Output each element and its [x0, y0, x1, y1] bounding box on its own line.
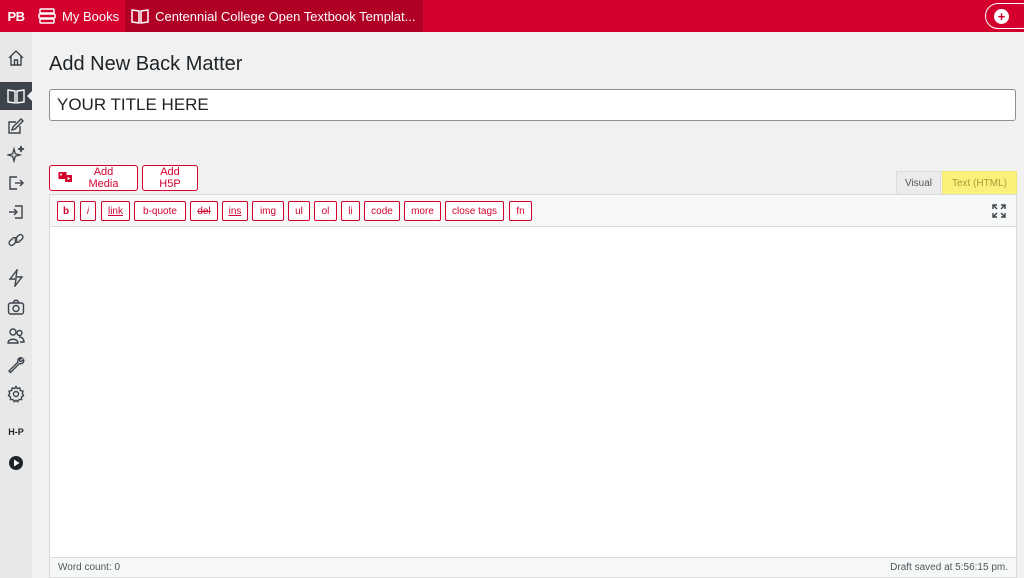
- tab-visual[interactable]: Visual: [896, 171, 941, 194]
- add-media-label: Add Media: [88, 166, 119, 190]
- menu-links[interactable]: [0, 226, 32, 254]
- menu-settings[interactable]: [0, 380, 32, 408]
- editor-status-bar: Word count: 0 Draft saved at 5:56:15 pm.: [50, 557, 1016, 577]
- wrench-icon: [7, 356, 25, 374]
- add-h5p-label: Add H5P: [159, 166, 181, 190]
- qt-footnote-button[interactable]: fn: [509, 201, 532, 221]
- qt-ol-button[interactable]: ol: [314, 201, 337, 221]
- qt-blockquote-button[interactable]: b-quote: [134, 201, 186, 221]
- title-input[interactable]: [49, 89, 1016, 121]
- qt-more-button[interactable]: more: [404, 201, 441, 221]
- pencil-icon: [7, 117, 25, 135]
- current-book-link[interactable]: Centennial College Open Textbook Templat…: [125, 0, 424, 32]
- lightning-icon: [7, 269, 25, 287]
- export-icon: [7, 174, 25, 192]
- draft-saved-status: Draft saved at 5:56:15 pm.: [890, 562, 1008, 573]
- menu-users[interactable]: [0, 322, 32, 350]
- quicktags-toolbar: b i link b-quote del ins img ul ol li co…: [50, 195, 1016, 227]
- qt-ins-button[interactable]: ins: [222, 201, 248, 221]
- menu-tools[interactable]: [0, 351, 32, 379]
- qt-li-button[interactable]: li: [341, 201, 360, 221]
- my-books-label: My Books: [62, 8, 120, 24]
- menu-ai[interactable]: [0, 140, 32, 168]
- fullscreen-icon[interactable]: [992, 204, 1006, 223]
- my-books-link[interactable]: My Books: [32, 0, 125, 32]
- qt-bold-button[interactable]: b: [57, 201, 75, 221]
- admin-side-menu: H-P: [0, 32, 32, 578]
- menu-dashboard[interactable]: [0, 44, 32, 72]
- book-icon: [7, 88, 25, 104]
- qt-img-button[interactable]: img: [252, 201, 284, 221]
- menu-edit[interactable]: [0, 112, 32, 140]
- gear-icon: [7, 385, 25, 403]
- admin-bar: PB My Books Centennial College Open Text…: [0, 0, 1024, 32]
- menu-h5p[interactable]: H-P: [0, 418, 32, 446]
- menu-plugins[interactable]: [0, 264, 32, 292]
- add-h5p-button[interactable]: Add H5P: [142, 165, 198, 191]
- menu-import[interactable]: [0, 198, 32, 226]
- pressbooks-logo[interactable]: PB: [0, 0, 32, 32]
- create-new-button[interactable]: +: [985, 3, 1024, 29]
- qt-code-button[interactable]: code: [364, 201, 400, 221]
- qt-del-button[interactable]: del: [190, 201, 218, 221]
- play-circle-icon: [8, 455, 24, 471]
- link-icon: [7, 231, 25, 249]
- current-book-label: Centennial College Open Textbook Templat…: [155, 8, 416, 24]
- books-stack-icon: [38, 8, 56, 24]
- menu-organize[interactable]: [0, 82, 32, 110]
- menu-media-player[interactable]: [0, 449, 32, 477]
- qt-italic-button[interactable]: i: [80, 201, 96, 221]
- open-book-icon: [131, 8, 149, 24]
- sparkles-icon: [7, 145, 25, 163]
- camera-icon: [7, 298, 25, 316]
- home-icon: [7, 49, 25, 67]
- page-title: Add New Back Matter: [49, 53, 243, 75]
- tab-text-html[interactable]: Text (HTML): [942, 171, 1017, 194]
- import-icon: [7, 203, 25, 221]
- media-icon: [58, 170, 72, 186]
- menu-export[interactable]: [0, 169, 32, 197]
- word-count: Word count: 0: [58, 562, 121, 573]
- qt-close-tags-button[interactable]: close tags: [445, 201, 504, 221]
- qt-link-button[interactable]: link: [101, 201, 130, 221]
- add-media-button[interactable]: Add Media: [49, 165, 138, 191]
- editor: b i link b-quote del ins img ul ol li co…: [49, 194, 1017, 578]
- h5p-logo: H-P: [8, 427, 24, 437]
- plus-icon: +: [994, 8, 1009, 24]
- qt-ul-button[interactable]: ul: [288, 201, 310, 221]
- users-icon: [7, 327, 25, 345]
- menu-media[interactable]: [0, 293, 32, 321]
